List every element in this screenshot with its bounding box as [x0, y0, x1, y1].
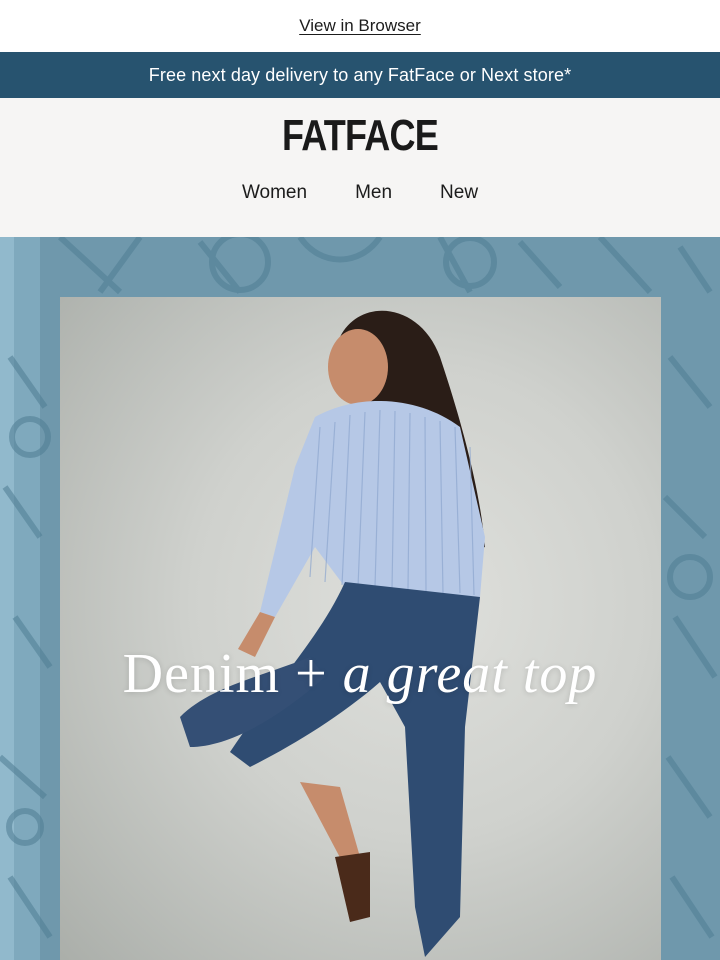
headline-plain: Denim + — [122, 643, 328, 705]
promo-banner[interactable]: Free next day delivery to any FatFace or… — [0, 52, 720, 98]
view-in-browser-link[interactable]: View in Browser — [299, 16, 421, 36]
hero-banner[interactable]: Denim + a great top — [0, 237, 720, 960]
top-link-bar: View in Browser — [0, 0, 720, 52]
nav-item-new[interactable]: New — [440, 182, 478, 204]
nav-item-women[interactable]: Women — [242, 182, 307, 204]
main-nav: Women Men New — [0, 182, 720, 204]
hero-headline: Denim + a great top — [0, 642, 720, 706]
promo-text: Free next day delivery to any FatFace or… — [148, 64, 572, 85]
model-illustration — [180, 310, 485, 957]
header: FATFACE Women Men New — [0, 98, 720, 237]
hero-photo — [60, 297, 661, 960]
fatface-logo[interactable]: FATFACE — [65, 111, 655, 161]
headline-italic: a great top — [342, 643, 598, 705]
nav-item-men[interactable]: Men — [355, 182, 392, 204]
